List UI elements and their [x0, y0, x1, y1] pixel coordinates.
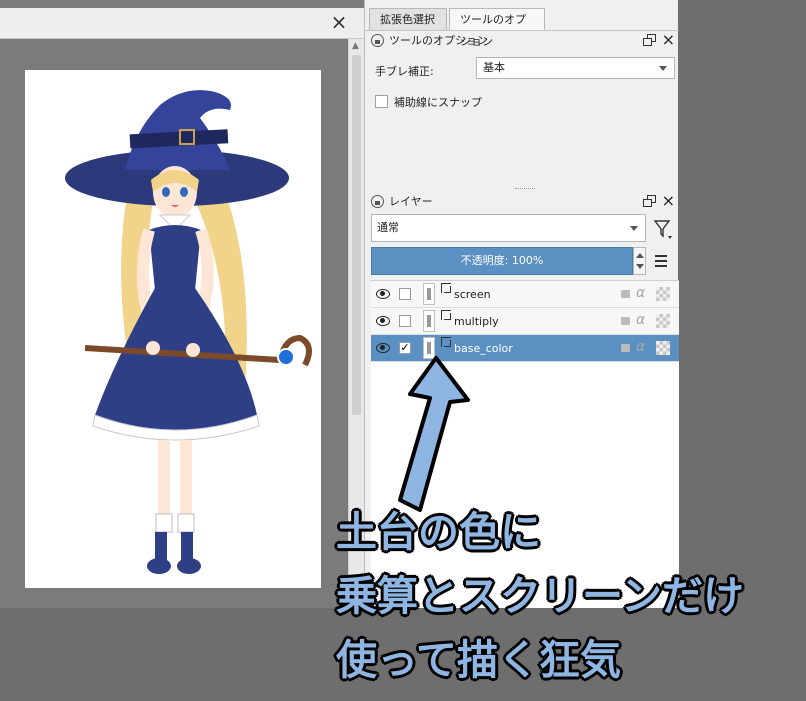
bodice	[149, 225, 201, 290]
float-panel-icon[interactable]	[643, 195, 657, 208]
canvas-document[interactable]	[25, 70, 321, 588]
layer-name: multiply	[454, 315, 499, 328]
clipping-icon	[441, 283, 451, 293]
layer-checkbox[interactable]	[399, 315, 411, 327]
chevron-down-icon[interactable]	[636, 264, 644, 269]
blend-mode-value: 通常	[377, 221, 399, 234]
transparency-icon[interactable]	[656, 287, 670, 301]
tool-options-header: ツールのオプション ×	[365, 31, 679, 50]
dock-tabs: 拡張色選択 ツールのオプション	[365, 8, 679, 48]
lock-icon[interactable]	[371, 34, 384, 47]
layer-checkbox[interactable]	[399, 288, 411, 300]
left-sock	[155, 513, 173, 533]
blend-mode-dropdown[interactable]: 通常	[371, 214, 646, 242]
eye-icon[interactable]	[376, 289, 390, 299]
panel-title: ツールのオプション	[389, 34, 488, 47]
stabilizer-value: 基本	[483, 61, 505, 74]
alpha-lock-icon[interactable]: α	[636, 285, 645, 301]
snap-to-assistant-checkbox[interactable]	[375, 95, 388, 108]
tool-options-panel: ツールのオプション × 手ブレ補正: 基本 補助線にスナップ	[365, 31, 679, 189]
right-sock	[177, 513, 195, 533]
lock-icon[interactable]	[621, 290, 630, 298]
left-eye	[162, 187, 170, 197]
close-icon[interactable]: ×	[662, 192, 675, 210]
layers-header: レイヤー ×	[365, 192, 679, 211]
right-leg	[180, 440, 192, 518]
transparency-icon[interactable]	[656, 341, 670, 355]
alpha-lock-icon[interactable]: α	[636, 312, 645, 328]
stabilizer-label: 手ブレ補正:	[375, 65, 434, 78]
canvas-window: × ▲	[0, 0, 364, 608]
right-hand	[186, 343, 200, 357]
alpha-lock-icon[interactable]: α	[636, 339, 645, 355]
panel-title: レイヤー	[389, 195, 433, 208]
lock-icon[interactable]	[371, 195, 384, 208]
layer-thumbnail	[423, 310, 435, 332]
right-eye	[180, 187, 188, 197]
canvas-titlebar: ×	[0, 8, 364, 39]
layer-row-screen[interactable]: screen α	[371, 281, 679, 308]
stabilizer-dropdown[interactable]: 基本	[476, 57, 675, 79]
witch-character-illustration	[65, 90, 312, 574]
chevron-down-icon	[659, 66, 667, 71]
layer-thumbnail	[423, 283, 435, 305]
chevron-down-icon	[630, 226, 638, 231]
transparency-icon[interactable]	[656, 314, 670, 328]
chevron-up-icon[interactable]	[636, 253, 644, 258]
left-leg	[158, 440, 170, 518]
opacity-spinner[interactable]	[633, 247, 646, 275]
filter-icon[interactable]	[653, 218, 673, 240]
scroll-up-icon[interactable]: ▲	[352, 41, 359, 51]
eye-icon[interactable]	[376, 316, 390, 326]
float-panel-icon[interactable]	[643, 34, 657, 47]
caption-line-1: 土台の色に	[336, 508, 541, 556]
layer-menu-icon[interactable]	[655, 254, 669, 268]
snap-to-assistant-label: 補助線にスナップ	[394, 96, 482, 109]
tab-tool-options[interactable]: ツールのオプション	[449, 8, 545, 48]
caption-line-2: 乗算とスクリーンだけ	[336, 572, 744, 620]
layer-row-multiply[interactable]: multiply α	[371, 308, 679, 335]
close-icon[interactable]: ×	[662, 31, 675, 49]
caption-overlay: 土台の色に 乗算とスクリーンだけ 使って描く狂気	[336, 500, 806, 692]
clipping-icon	[441, 337, 451, 347]
opacity-slider[interactable]: 不透明度: 100%	[371, 247, 633, 275]
panel-splitter-handle[interactable]	[515, 188, 535, 191]
close-icon[interactable]: ×	[330, 12, 348, 32]
staff-orb	[277, 348, 295, 366]
annotation-arrow-icon	[398, 356, 470, 512]
lock-icon[interactable]	[621, 317, 630, 325]
clipping-icon	[441, 310, 451, 320]
lock-icon[interactable]	[621, 344, 630, 352]
left-shoe-strap	[155, 532, 167, 562]
tab-extended-color-selector[interactable]: 拡張色選択	[369, 8, 447, 31]
left-hand	[146, 341, 160, 355]
layer-name: screen	[454, 288, 491, 301]
caption-line-3: 使って描く狂気	[336, 636, 621, 684]
right-shoe-strap	[181, 532, 193, 562]
scrollbar-thumb[interactable]	[352, 55, 361, 415]
